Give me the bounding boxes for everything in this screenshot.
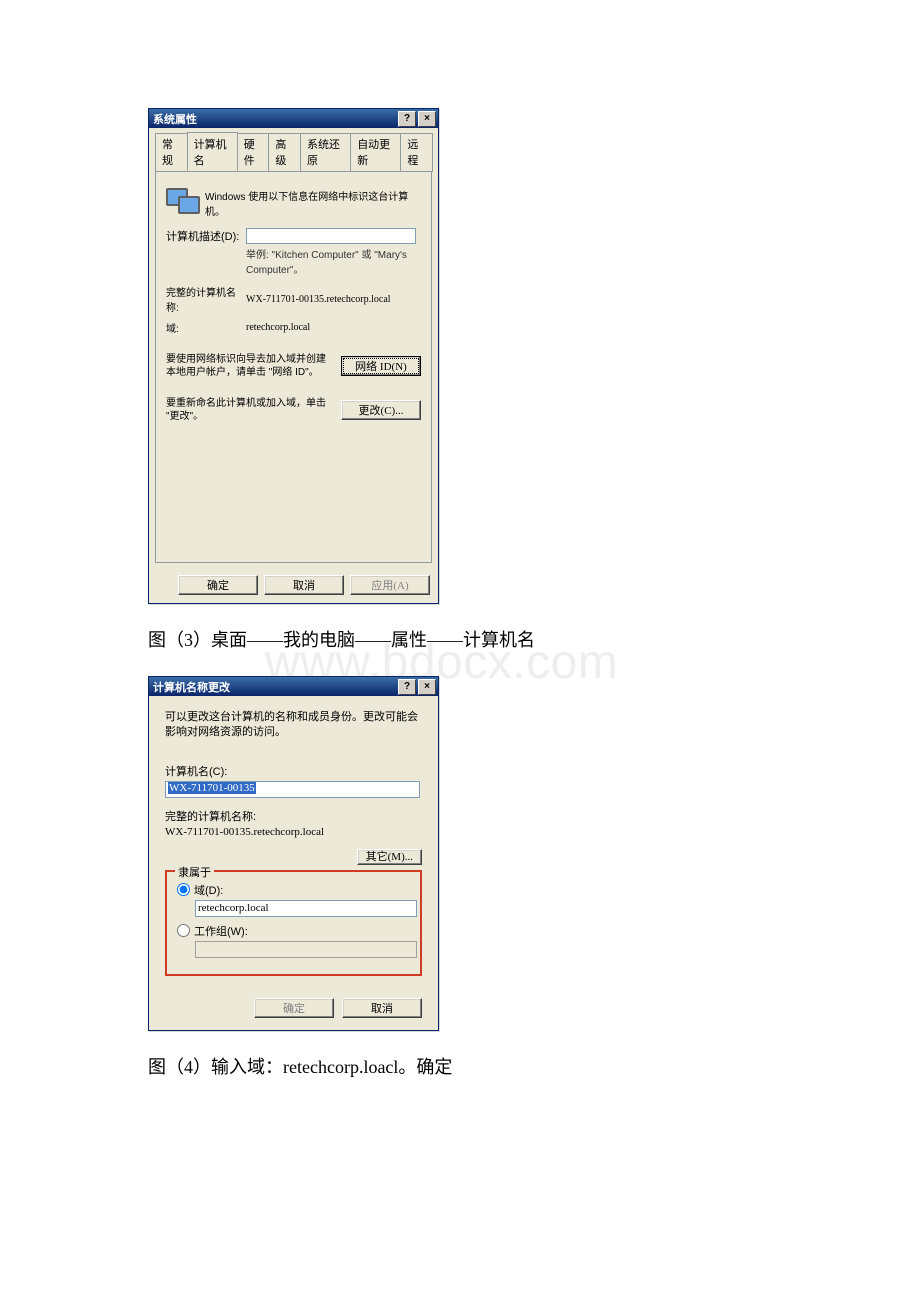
cancel-button[interactable]: 取消 (264, 575, 344, 595)
tab-advanced[interactable]: 高级 (268, 133, 301, 172)
computer-name-label: 计算机名(C): (165, 763, 422, 779)
dlg2-fullname-value: WX-711701-00135.retechcorp.local (165, 826, 422, 838)
figure-4-caption: 图（4）输入域：retechcorp.loacl。确定 (148, 1053, 772, 1079)
fullname-value: WX-711701-00135.retechcorp.local (246, 294, 421, 305)
dlg2-fullname-label: 完整的计算机名称: (165, 808, 422, 824)
workgroup-input (195, 941, 417, 958)
dlg2-desc: 可以更改这台计算机的名称和成员身份。更改可能会影响对网络资源的访问。 (165, 710, 422, 741)
workgroup-radio-label: 工作组(W): (194, 923, 248, 939)
system-properties-dialog: 系统属性 ? × 常规 计算机名 硬件 高级 系统还原 自动更新 远程 Wind… (148, 108, 439, 604)
computer-name-change-dialog: 计算机名称更改 ? × 可以更改这台计算机的名称和成员身份。更改可能会影响对网络… (148, 676, 439, 1031)
cancel-button[interactable]: 取消 (342, 998, 422, 1018)
dlg1-info-text: Windows 使用以下信息在网络中标识这台计算机。 (205, 182, 421, 218)
netid-text: 要使用网络标识向导去加入域并创建本地用户帐户，请单击 "网络 ID"。 (166, 353, 341, 379)
workgroup-radio[interactable] (177, 924, 190, 937)
help-icon[interactable]: ? (398, 111, 416, 127)
close-icon[interactable]: × (418, 679, 436, 695)
close-icon[interactable]: × (418, 111, 436, 127)
other-button[interactable]: 其它(M)... (357, 849, 422, 865)
network-computer-icon (166, 182, 197, 214)
domain-input[interactable] (195, 900, 417, 917)
member-of-group: 隶属于 域(D): 工作组(W): (165, 870, 422, 976)
tab-computer-name[interactable]: 计算机名 (187, 132, 238, 171)
tab-remote[interactable]: 远程 (400, 133, 433, 172)
tab-general[interactable]: 常规 (155, 133, 188, 172)
change-button[interactable]: 更改(C)... (341, 400, 421, 420)
help-icon[interactable]: ? (398, 679, 416, 695)
dlg1-titlebar[interactable]: 系统属性 ? × (149, 109, 438, 128)
desc-hint: 举例: "Kitchen Computer" 或 "Mary's Compute… (246, 246, 421, 276)
domain-radio-label: 域(D): (194, 882, 223, 898)
desc-label: 计算机描述(D): (166, 228, 246, 244)
tab-hardware[interactable]: 硬件 (237, 133, 270, 172)
ok-button[interactable]: 确定 (254, 998, 334, 1018)
domain-label: 域: (166, 320, 246, 335)
fullname-label: 完整的计算机名称: (166, 284, 246, 314)
computer-description-input[interactable] (246, 228, 416, 244)
dlg2-titlebar[interactable]: 计算机名称更改 ? × (149, 677, 438, 696)
figure-3-caption: 图（3）桌面——我的电脑——属性——计算机名 (148, 626, 772, 652)
tab-auto-update[interactable]: 自动更新 (350, 133, 401, 172)
dlg2-title: 计算机名称更改 (153, 679, 396, 695)
rename-text: 要重新命名此计算机或加入域，单击 "更改"。 (166, 397, 341, 423)
tab-system-restore[interactable]: 系统还原 (300, 133, 351, 172)
computer-name-input[interactable]: WX-711701-00135 (165, 781, 420, 798)
domain-radio[interactable] (177, 883, 190, 896)
domain-value: retechcorp.local (246, 322, 421, 333)
member-of-legend: 隶属于 (175, 864, 214, 880)
dlg1-body: Windows 使用以下信息在网络中标识这台计算机。 计算机描述(D): 举例:… (155, 171, 432, 563)
ok-button[interactable]: 确定 (178, 575, 258, 595)
apply-button[interactable]: 应用(A) (350, 575, 430, 595)
dlg1-tabs: 常规 计算机名 硬件 高级 系统还原 自动更新 远程 (149, 128, 438, 171)
dlg1-title: 系统属性 (153, 111, 396, 127)
network-id-button[interactable]: 网络 ID(N) (341, 356, 421, 376)
